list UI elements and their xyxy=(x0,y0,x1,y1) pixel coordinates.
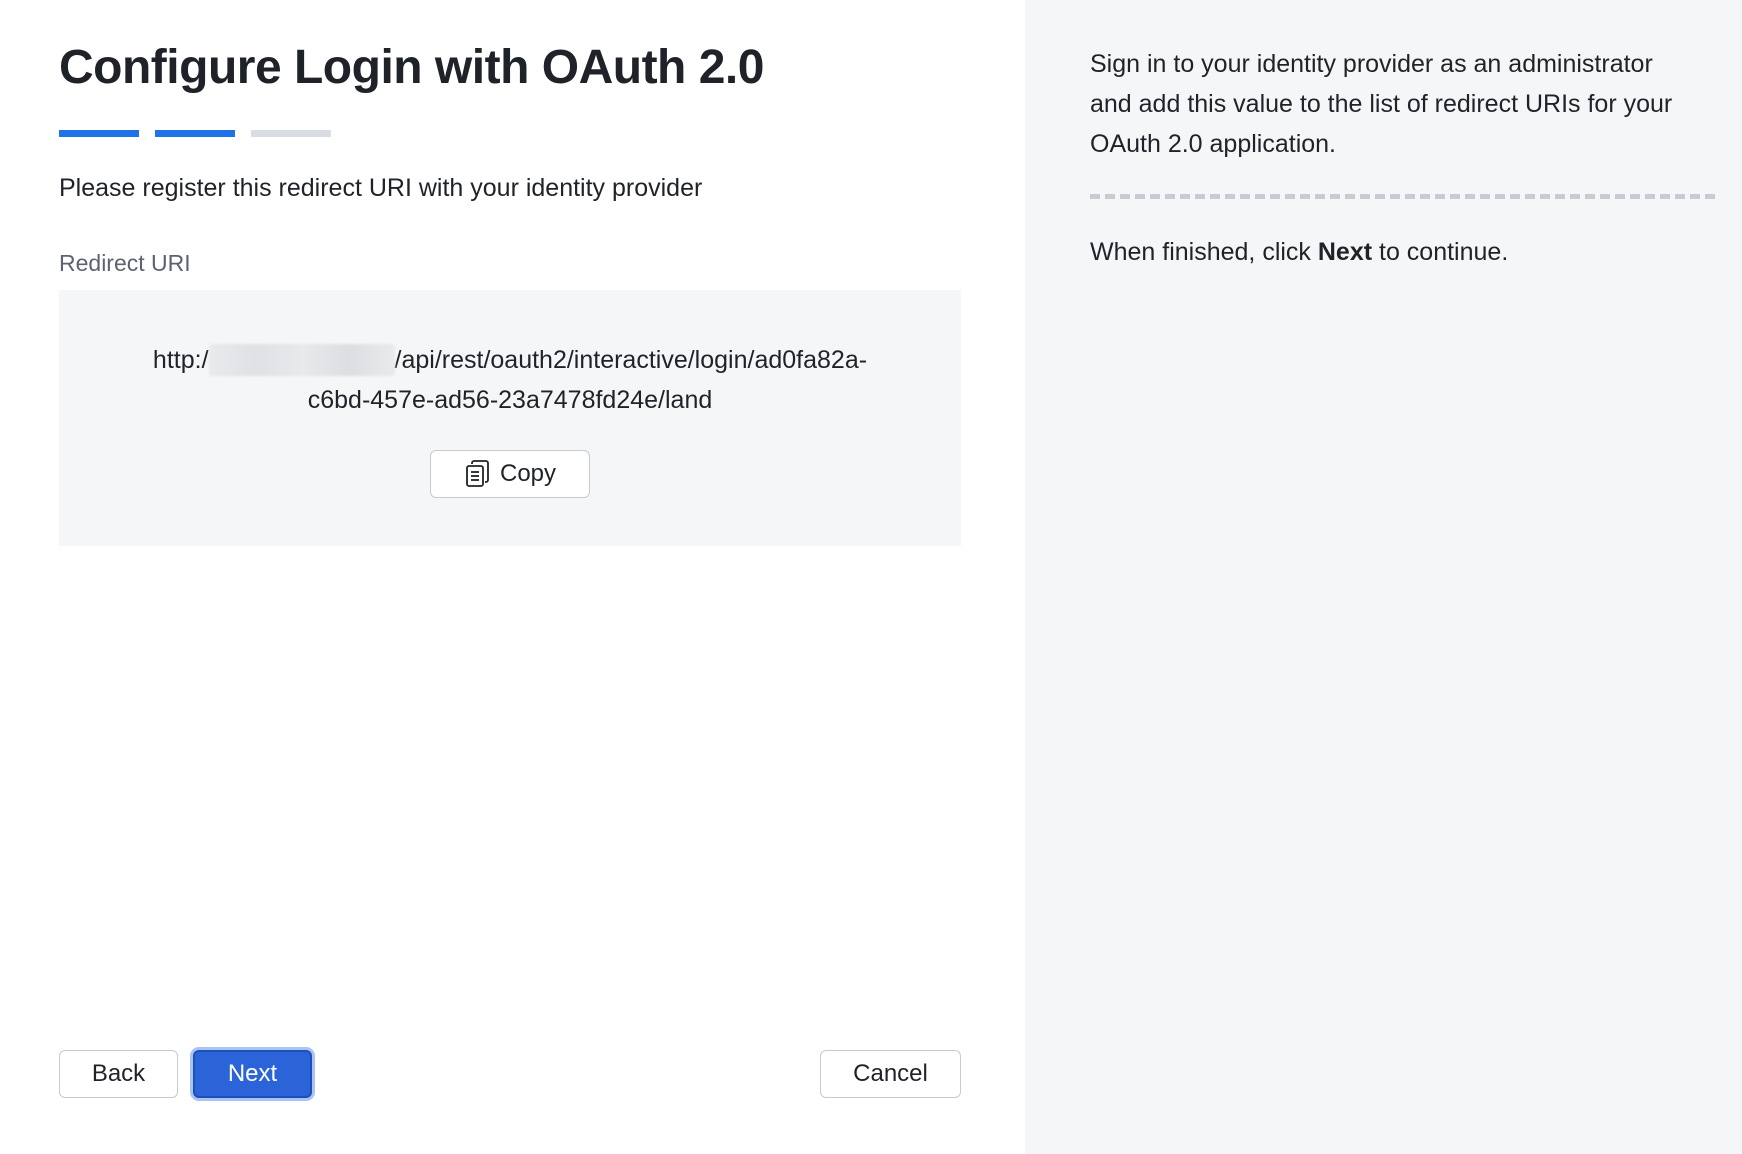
step-indicator-1 xyxy=(59,130,139,137)
uri-path: /api/rest/oauth2/interactive/login/ad0fa… xyxy=(394,346,868,374)
step-progress xyxy=(59,130,331,137)
oauth-config-dialog: Configure Login with OAuth 2.0 Please re… xyxy=(0,0,1742,1154)
redirect-uri-line-1: http:/ /api/rest/oauth2/interactive/login… xyxy=(59,340,961,380)
finish-text-next: Next xyxy=(1317,238,1373,266)
redirect-uri-line-2: c6bd-457e-ad56-23a7478fd24e/land xyxy=(307,386,713,414)
uri-prefix: http:/ xyxy=(152,346,209,374)
redirect-uri-label: Redirect URI xyxy=(59,250,191,276)
finish-instruction: When finished, click Next to continue. xyxy=(1090,238,1508,267)
help-sidebar: Sign in to your identity provider as an … xyxy=(1025,0,1742,1154)
page-title: Configure Login with OAuth 2.0 xyxy=(59,41,764,94)
next-button[interactable]: Next xyxy=(193,1050,312,1098)
step-indicator-2 xyxy=(155,130,235,137)
dashed-divider xyxy=(1090,194,1715,199)
copy-button-label: Copy xyxy=(499,460,557,487)
copy-button[interactable]: Copy xyxy=(430,450,590,498)
finish-text-after: to continue. xyxy=(1372,238,1509,266)
cancel-button[interactable]: Cancel xyxy=(820,1050,961,1098)
redacted-host xyxy=(208,344,395,376)
back-button[interactable]: Back xyxy=(59,1050,178,1098)
main-panel: Configure Login with OAuth 2.0 Please re… xyxy=(0,0,1025,1154)
finish-text-before: When finished, click xyxy=(1090,238,1318,266)
step-indicator-3 xyxy=(251,130,331,137)
redirect-uri-value[interactable]: http:/ /api/rest/oauth2/interactive/login… xyxy=(59,340,961,420)
redirect-uri-box: http:/ /api/rest/oauth2/interactive/login… xyxy=(59,290,961,546)
help-text: Sign in to your identity provider as an … xyxy=(1090,50,1673,158)
instruction-text: Please register this redirect URI with y… xyxy=(59,174,703,202)
copy-icon xyxy=(466,460,489,487)
